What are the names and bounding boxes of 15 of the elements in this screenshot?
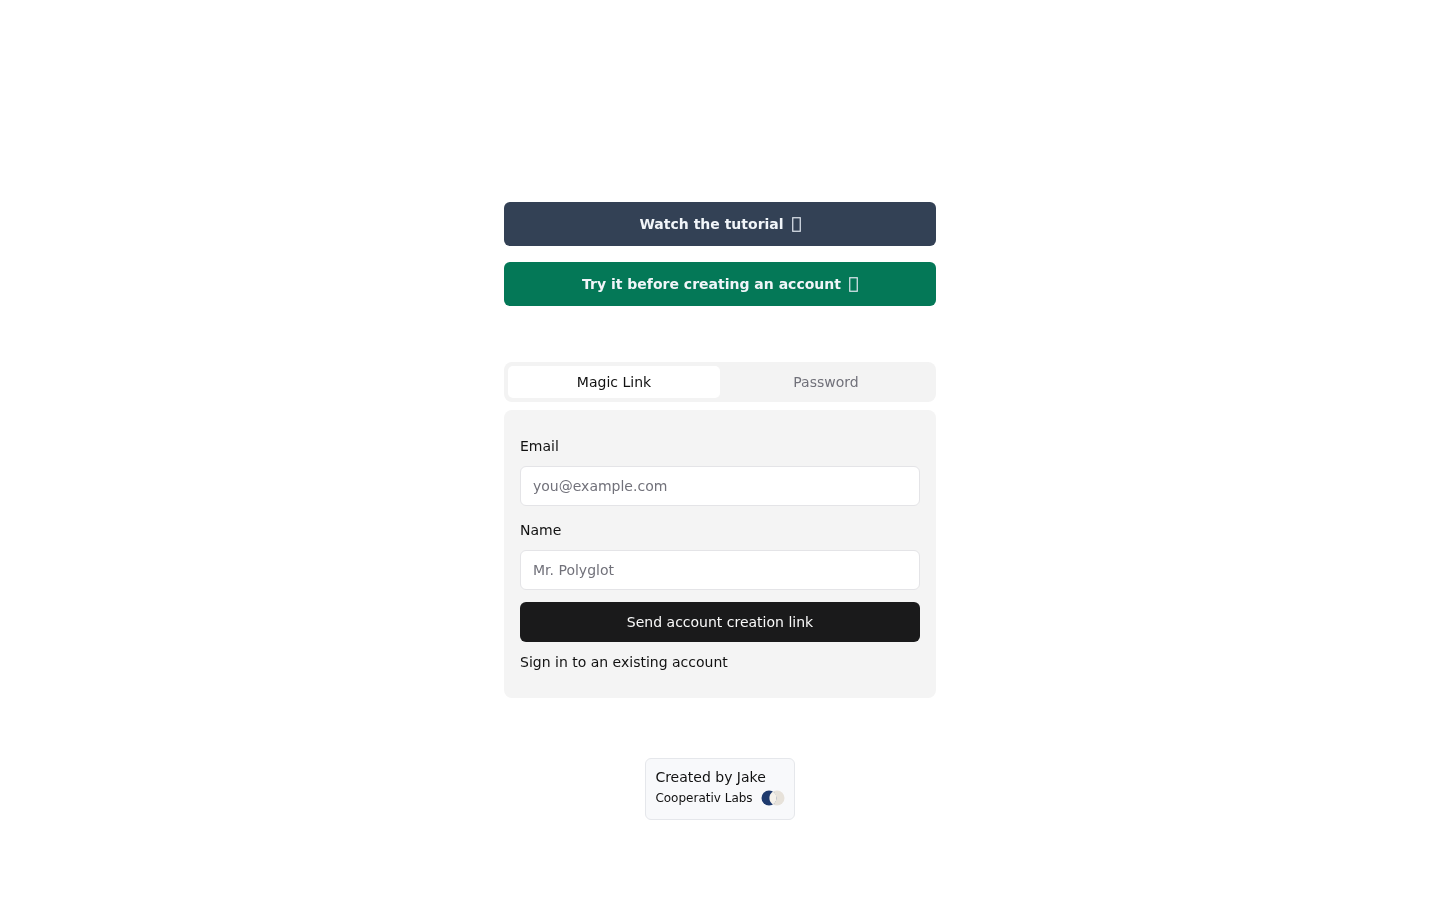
- logo-icon: [760, 790, 785, 806]
- tutorial-button[interactable]: Watch the tutorial: [504, 202, 936, 246]
- missing-glyph-icon: [791, 216, 801, 232]
- field-label: Name: [520, 521, 562, 540]
- send-link-button[interactable]: Send account creation link: [520, 602, 920, 642]
- missing-glyph-icon: [848, 276, 858, 292]
- field-label: Email: [520, 437, 559, 456]
- tab[interactable]: Magic Link: [508, 366, 720, 398]
- try-button[interactable]: Try it before creating an account: [504, 262, 936, 306]
- company-name: Cooperativ Labs: [655, 790, 753, 806]
- tab[interactable]: Password: [720, 366, 932, 398]
- credit-title: Created by Jake: [655, 768, 766, 787]
- input-field[interactable]: Mr. Polyglot: [520, 550, 920, 590]
- input-field[interactable]: you@example.com: [520, 466, 920, 506]
- sign-in-link[interactable]: Sign in to an existing account: [520, 652, 728, 672]
